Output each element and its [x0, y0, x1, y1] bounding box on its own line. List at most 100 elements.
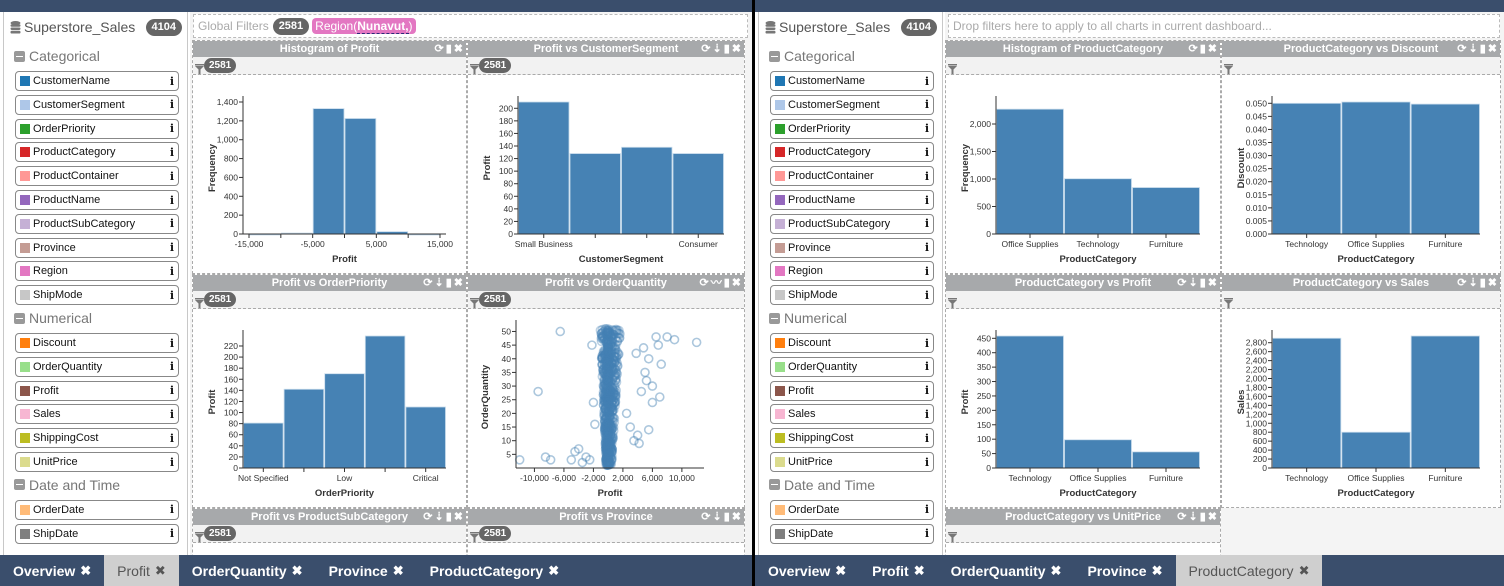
- filter-icon[interactable]: [470, 529, 479, 542]
- chart-title-bar[interactable]: ProductCategory vs Sales ⟳ ⇣ ▮ ✖: [1222, 275, 1500, 291]
- field-shippingcost[interactable]: ShippingCost i: [770, 428, 934, 449]
- filter-icon[interactable]: [195, 529, 204, 542]
- info-icon[interactable]: i: [925, 217, 929, 230]
- chart-title-bar[interactable]: ProductCategory vs Discount ⟳ ⇣ ▮ ✖: [1222, 41, 1500, 57]
- refresh-icon[interactable]: ⟳: [701, 509, 710, 525]
- field-customername[interactable]: CustomerName i: [770, 71, 934, 91]
- collapse-icon[interactable]: [14, 50, 25, 62]
- field-productcategory[interactable]: ProductCategory i: [770, 142, 934, 163]
- filter-icon[interactable]: [195, 61, 204, 74]
- group-header-numerical[interactable]: Numerical: [14, 310, 92, 326]
- field-profit[interactable]: Profit i: [15, 380, 179, 401]
- field-sales[interactable]: Sales i: [770, 404, 934, 425]
- chart-title-bar[interactable]: ProductCategory vs UnitPrice ⟳ ⇣ ▮ ✖: [946, 509, 1220, 525]
- sort-icon[interactable]: ⇣: [435, 509, 444, 525]
- field-productname[interactable]: ProductName i: [770, 190, 934, 210]
- close-tab-icon[interactable]: ✖: [80, 563, 91, 579]
- close-icon[interactable]: ✖: [732, 41, 741, 57]
- close-tab-icon[interactable]: ✖: [155, 563, 166, 579]
- info-icon[interactable]: i: [170, 456, 174, 469]
- info-icon[interactable]: i: [925, 360, 929, 373]
- chart-filter-bar[interactable]: 2581: [468, 291, 744, 309]
- global-filter-dropzone[interactable]: Global Filters 2581 Region(Nunavut,): [193, 14, 748, 38]
- sort-icon[interactable]: ⇣: [1469, 41, 1478, 57]
- chart-filter-bar[interactable]: [946, 291, 1220, 309]
- chart-title-bar[interactable]: Histogram of ProductCategory ⟳ ▮ ✖: [946, 41, 1220, 57]
- chart-filter-bar[interactable]: [946, 57, 1220, 75]
- info-icon[interactable]: i: [925, 337, 929, 350]
- chart-title-bar[interactable]: Profit vs CustomerSegment ⟳ ⇣ ▮ ✖: [468, 41, 744, 57]
- chart-histogram-profit[interactable]: Histogram of Profit ⟳ ▮ ✖ 2581 -15,000 -5,000 5…: [192, 40, 467, 274]
- field-orderdate[interactable]: OrderDate i: [15, 499, 179, 520]
- tab-profit[interactable]: Profit ✖: [104, 555, 179, 586]
- field-productcontainer[interactable]: ProductContainer i: [15, 166, 179, 187]
- global-filter-dropzone[interactable]: Drop filters here to apply to all charts…: [948, 14, 1500, 38]
- info-icon[interactable]: i: [170, 75, 174, 88]
- sort-icon[interactable]: ⇣: [1469, 275, 1478, 291]
- refresh-icon[interactable]: ⟳: [701, 41, 710, 57]
- bookmark-icon[interactable]: ▮: [1200, 509, 1206, 525]
- field-unitprice[interactable]: UnitPrice i: [770, 452, 934, 472]
- tab-province[interactable]: Province ✖: [316, 555, 417, 586]
- tab-overview[interactable]: Overview ✖: [755, 555, 859, 586]
- bookmark-icon[interactable]: ▮: [446, 275, 452, 291]
- info-icon[interactable]: i: [170, 527, 174, 540]
- tab-productcategory[interactable]: ProductCategory ✖: [417, 555, 572, 586]
- info-icon[interactable]: i: [925, 432, 929, 445]
- refresh-icon[interactable]: ⟳: [1177, 275, 1186, 291]
- close-icon[interactable]: ✖: [1208, 509, 1217, 525]
- chart-profit-vs-customersegment[interactable]: Profit vs CustomerSegment ⟳ ⇣ ▮ ✖ 2581 Small B…: [467, 40, 745, 274]
- field-profit[interactable]: Profit i: [770, 380, 934, 401]
- chart-plot[interactable]: Technology Office Supplies Furniture 020040…: [1222, 310, 1500, 508]
- chart-title-bar[interactable]: Profit vs ProductSubCategory ⟳ ⇣ ▮ ✖: [193, 509, 466, 525]
- info-icon[interactable]: i: [925, 194, 929, 207]
- field-customername[interactable]: CustomerName i: [15, 71, 179, 91]
- bookmark-icon[interactable]: ▮: [1200, 41, 1206, 57]
- refresh-icon[interactable]: ⟳: [1457, 275, 1466, 291]
- close-icon[interactable]: ✖: [454, 41, 463, 57]
- field-orderquantity[interactable]: OrderQuantity i: [770, 356, 934, 377]
- close-tab-icon[interactable]: ✖: [1051, 563, 1062, 579]
- chart-plot[interactable]: Small Business Consumer 0 20 40 60 80 100 120 140…: [468, 76, 744, 274]
- field-shipdate[interactable]: ShipDate i: [770, 523, 934, 544]
- refresh-icon[interactable]: ⟳: [700, 275, 709, 291]
- close-tab-icon[interactable]: ✖: [1152, 563, 1163, 579]
- info-icon[interactable]: i: [170, 98, 174, 111]
- chart-plot[interactable]: Not Specified Low Critical0204060801001201…: [193, 310, 466, 508]
- filter-icon[interactable]: [948, 61, 957, 74]
- bookmark-icon[interactable]: ▮: [724, 275, 730, 291]
- chart-filter-bar[interactable]: 2581: [468, 525, 744, 543]
- sort-icon[interactable]: ⇣: [713, 509, 722, 525]
- collapse-icon[interactable]: [14, 312, 25, 324]
- chart-filter-bar[interactable]: [1222, 291, 1500, 309]
- collapse-icon[interactable]: [769, 479, 780, 491]
- group-header-categorical[interactable]: Categorical: [14, 48, 100, 64]
- info-icon[interactable]: i: [170, 194, 174, 207]
- close-icon[interactable]: ✖: [1488, 41, 1497, 57]
- group-header-date-and-time[interactable]: Date and Time: [769, 477, 875, 493]
- info-icon[interactable]: i: [170, 241, 174, 254]
- info-icon[interactable]: i: [925, 289, 929, 302]
- field-province[interactable]: Province i: [770, 237, 934, 258]
- chart-plot[interactable]: -10,000 -6,000 -2,000 2,000 6,000 10,000 5 10 15…: [468, 310, 744, 508]
- dataset-header[interactable]: Superstore_Sales 4104: [10, 17, 182, 37]
- chart-plot[interactable]: Office Supplies Technology Furniture 0 500 1,…: [946, 76, 1220, 274]
- field-shipdate[interactable]: ShipDate i: [15, 523, 179, 544]
- chart-filter-bar[interactable]: 2581: [468, 57, 744, 75]
- info-icon[interactable]: i: [170, 384, 174, 397]
- info-icon[interactable]: i: [170, 217, 174, 230]
- tab-overview[interactable]: Overview ✖: [0, 555, 104, 586]
- close-icon[interactable]: ✖: [1208, 275, 1217, 291]
- trend-icon[interactable]: 〰: [711, 275, 722, 291]
- close-icon[interactable]: ✖: [1488, 275, 1497, 291]
- chart-plot[interactable]: -15,000 -5,000 5,000 15,000 0 200 400 600 800 1,0…: [193, 76, 466, 274]
- chip-value[interactable]: Nunavut,: [357, 19, 409, 34]
- chart-profit-vs-orderpriority[interactable]: Profit vs OrderPriority ⟳ ⇣ ▮ ✖ 2581 Not Speci…: [192, 274, 467, 508]
- refresh-icon[interactable]: ⟳: [1177, 509, 1186, 525]
- info-icon[interactable]: i: [925, 75, 929, 88]
- close-tab-icon[interactable]: ✖: [393, 563, 404, 579]
- chart-productcategory-vs-discount[interactable]: ProductCategory vs Discount ⟳ ⇣ ▮ ✖ Technolog…: [1221, 40, 1501, 274]
- sort-icon[interactable]: ⇣: [1189, 275, 1198, 291]
- chart-plot[interactable]: Technology Office Supplies Furniture 0.000 0…: [1222, 76, 1500, 274]
- filter-icon[interactable]: [948, 295, 957, 308]
